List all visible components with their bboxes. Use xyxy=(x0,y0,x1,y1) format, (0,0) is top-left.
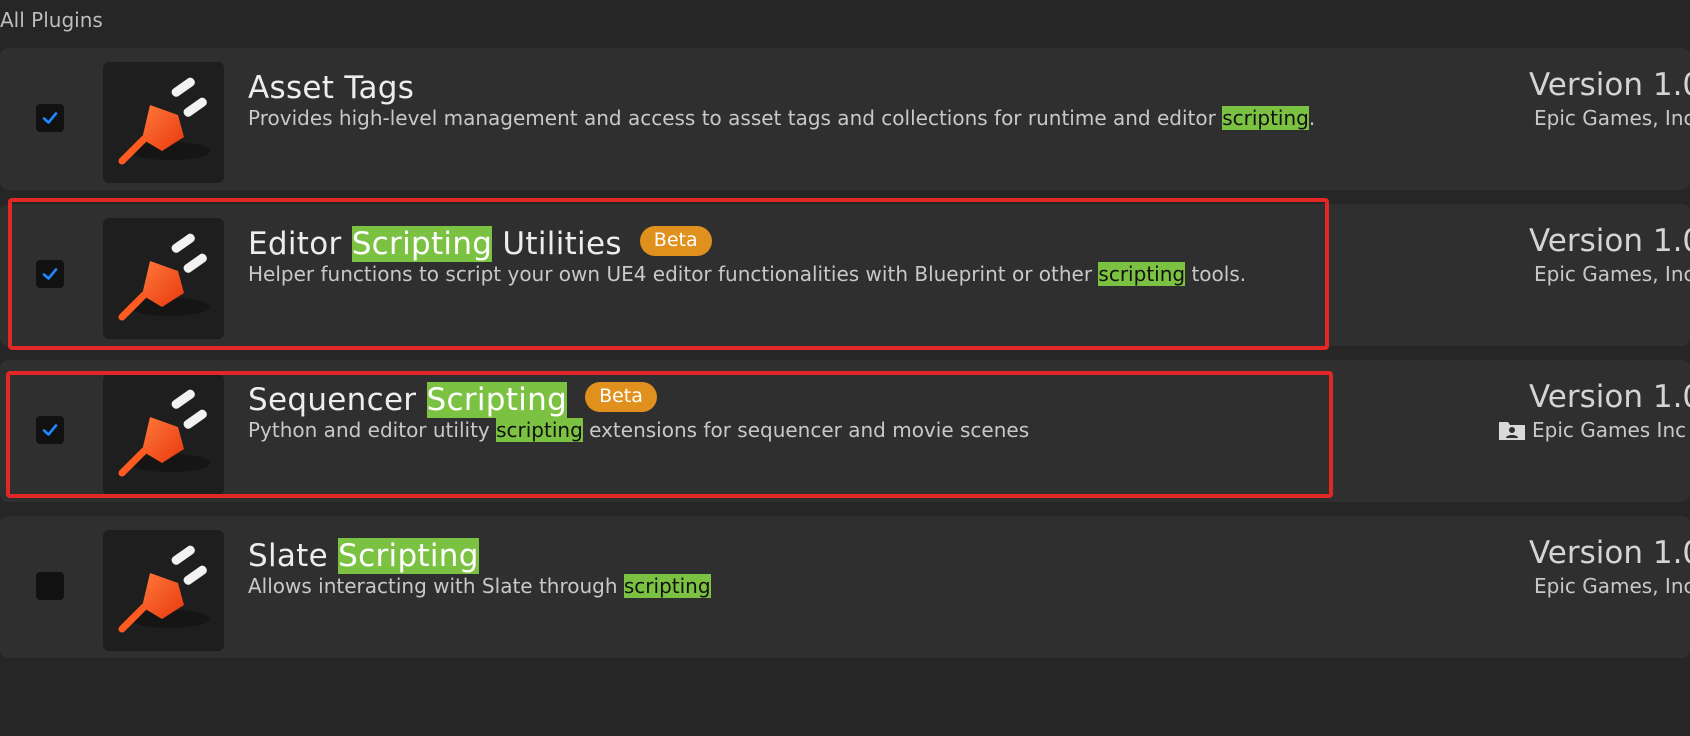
plugin-row-slate-scripting[interactable]: Slate Scripting Allows interacting with … xyxy=(0,516,1690,658)
plugin-plug-icon xyxy=(103,62,224,183)
enable-checkbox[interactable] xyxy=(36,260,64,288)
plugin-title-line: Editor Scripting Utilities Beta xyxy=(248,224,712,264)
plugin-vendor: Epic Games Inc xyxy=(1499,418,1686,442)
section-title-all-plugins: All Plugins xyxy=(0,8,103,32)
plugin-plug-icon xyxy=(103,374,224,495)
plugin-title: Slate Scripting xyxy=(248,538,479,574)
plugin-row-asset-tags[interactable]: Asset Tags Provides high-level managemen… xyxy=(0,48,1690,190)
beta-badge: Beta xyxy=(639,226,712,256)
plugin-title-line: Slate Scripting xyxy=(248,536,479,576)
plugin-title-line: Asset Tags xyxy=(248,68,414,108)
plugin-version: Version 1.0 xyxy=(1529,67,1690,103)
search-match-highlight: Scripting xyxy=(338,538,479,574)
search-match-highlight: scripting xyxy=(496,418,583,442)
enable-checkbox[interactable] xyxy=(36,572,64,600)
check-icon xyxy=(42,112,58,124)
plugin-version: Version 1.0 xyxy=(1529,535,1690,571)
plugin-description: Provides high-level management and acces… xyxy=(248,106,1316,130)
plugin-plug-icon xyxy=(103,530,224,651)
plugin-vendor: Epic Games, Inc xyxy=(1534,574,1690,598)
search-match-highlight: scripting xyxy=(1098,262,1186,286)
plugin-title-line: Sequencer Scripting Beta xyxy=(248,380,657,420)
search-match-highlight: Scripting xyxy=(426,382,568,418)
check-icon xyxy=(42,268,58,280)
enable-checkbox[interactable] xyxy=(36,104,64,132)
plugin-description: Python and editor utility scripting exte… xyxy=(248,418,1030,442)
plugin-row-sequencer-scripting[interactable]: Sequencer Scripting Beta Python and edit… xyxy=(0,360,1690,502)
plugin-title: Editor Scripting Utilities xyxy=(248,226,622,262)
plugin-version: Version 1.0 xyxy=(1529,223,1690,259)
plugin-vendor: Epic Games, Inc xyxy=(1534,106,1690,130)
plugin-plug-icon xyxy=(103,218,224,339)
plugin-title: Asset Tags xyxy=(248,70,415,106)
plugin-description: Helper functions to script your own UE4 … xyxy=(248,262,1247,286)
plugin-vendor: Epic Games, Inc xyxy=(1534,262,1690,286)
search-match-highlight: scripting xyxy=(1222,106,1309,130)
plugin-description: Allows interacting with Slate through sc… xyxy=(248,574,711,598)
check-icon xyxy=(42,424,58,436)
enable-checkbox[interactable] xyxy=(36,416,64,444)
search-match-highlight: Scripting xyxy=(351,226,493,262)
search-match-highlight: scripting xyxy=(623,574,711,598)
plugin-row-editor-scripting-utilities[interactable]: Editor Scripting Utilities Beta Helper f… xyxy=(0,204,1690,346)
folder-user-icon xyxy=(1499,422,1525,440)
plugin-title: Sequencer Scripting xyxy=(248,382,568,418)
beta-badge: Beta xyxy=(585,382,657,412)
plugin-version: Version 1.0 xyxy=(1529,379,1690,415)
